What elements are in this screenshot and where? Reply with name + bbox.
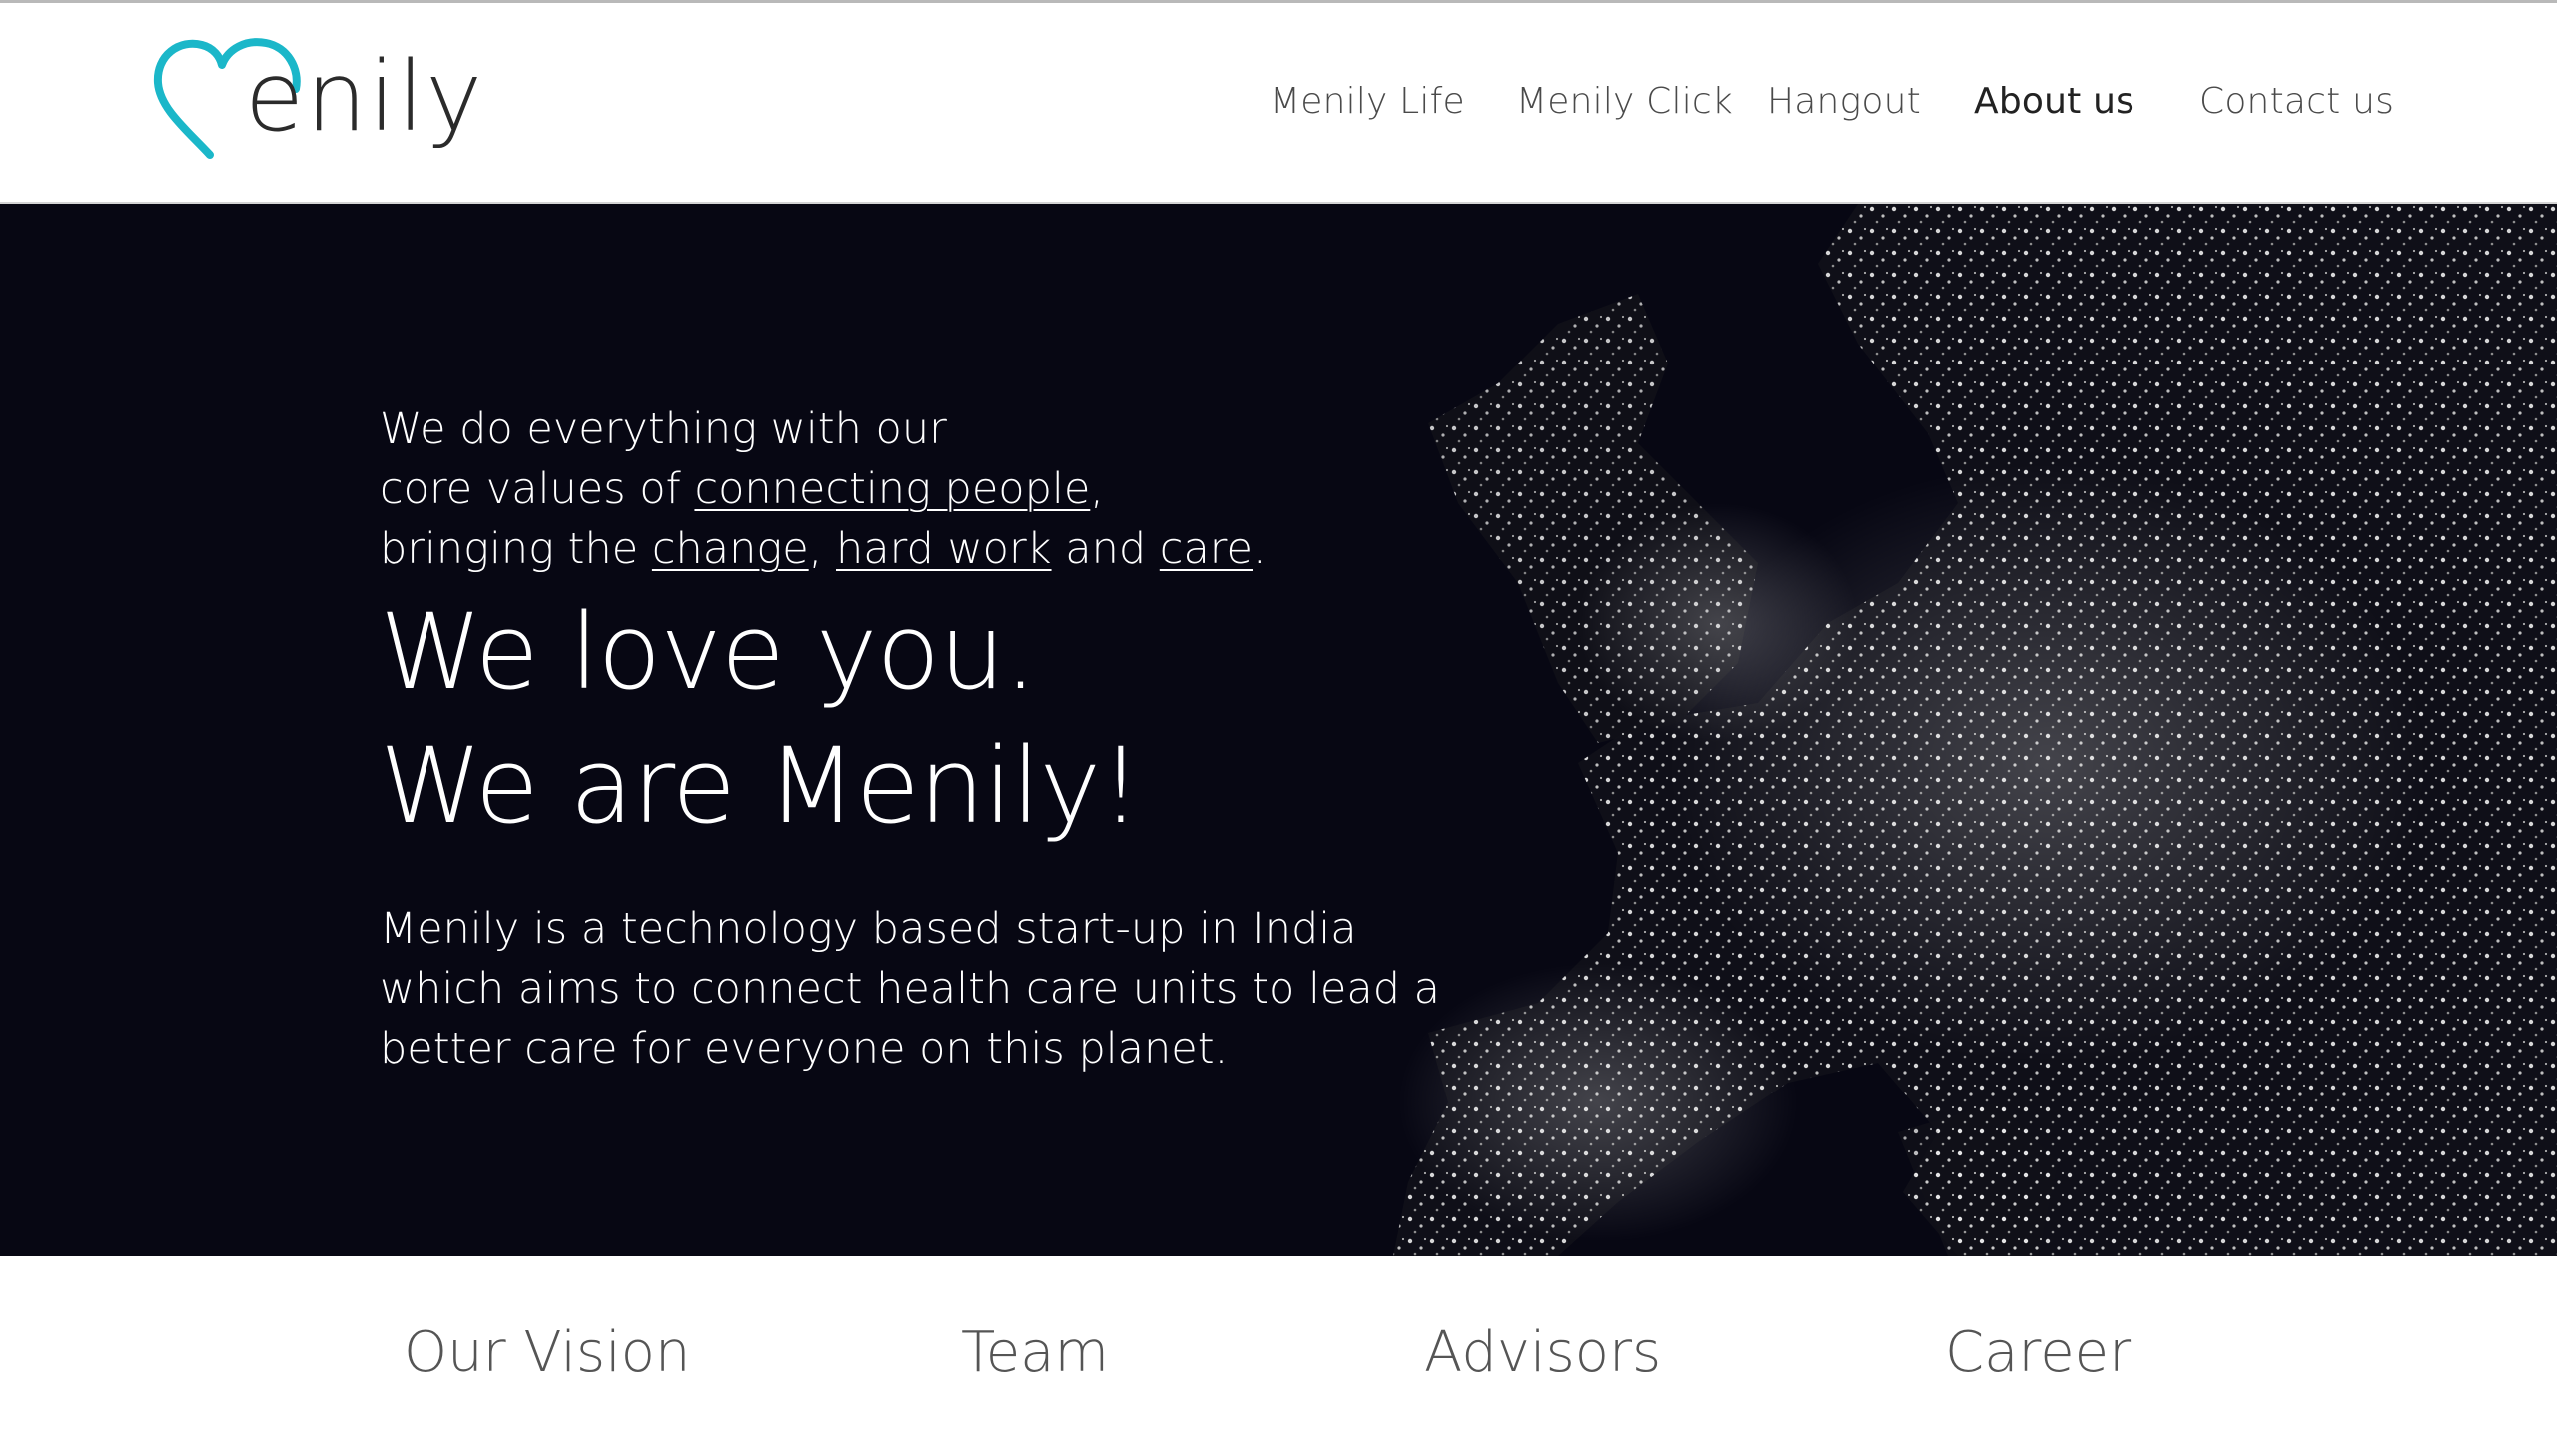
- intro-line-3-prefix: bringing the: [380, 524, 652, 574]
- intro-line-1: We do everything with our: [380, 404, 947, 454]
- hero-section: We do everything with our core values of…: [0, 204, 2557, 1256]
- hard-work-link[interactable]: hard work: [836, 524, 1052, 574]
- headline-menily: We are Menily!: [380, 725, 1142, 847]
- change-link[interactable]: change: [652, 524, 809, 574]
- headline-love: We love you.: [380, 591, 1037, 713]
- tab-team[interactable]: Team: [961, 1320, 1109, 1385]
- tab-our-vision[interactable]: Our Vision: [404, 1320, 691, 1385]
- nav-contact-us[interactable]: Contact us: [2199, 81, 2394, 122]
- main-nav: Menily Life Menily Click Hangout About u…: [0, 3, 2557, 202]
- intro-line-2-suffix: ,: [1090, 464, 1104, 514]
- nav-menily-life[interactable]: Menily Life: [1270, 81, 1465, 122]
- nav-about-us[interactable]: About us: [1974, 81, 2134, 122]
- intro-line-2-prefix: core values of: [380, 464, 695, 514]
- intro-line-3-suffix: .: [1252, 524, 1267, 574]
- intro-separator-1: ,: [808, 524, 836, 574]
- site-header: enily Menily Life Menily Click Hangout A…: [0, 3, 2557, 204]
- core-values-text: We do everything with our core values of…: [380, 399, 1478, 579]
- nav-hangout[interactable]: Hangout: [1767, 81, 1921, 122]
- about-subnav: Our Vision Team Advisors Career: [0, 1256, 2557, 1456]
- nav-menily-click[interactable]: Menily Click: [1516, 81, 1733, 122]
- tab-career[interactable]: Career: [1945, 1320, 2131, 1385]
- intro-separator-2: and: [1051, 524, 1160, 574]
- tab-advisors[interactable]: Advisors: [1424, 1320, 1661, 1385]
- company-description: Menily is a technology based start-up in…: [380, 904, 1441, 1074]
- hero-copy: We do everything with our core values of…: [380, 399, 1478, 1079]
- care-link[interactable]: care: [1160, 524, 1253, 574]
- connecting-people-link[interactable]: connecting people: [694, 464, 1090, 514]
